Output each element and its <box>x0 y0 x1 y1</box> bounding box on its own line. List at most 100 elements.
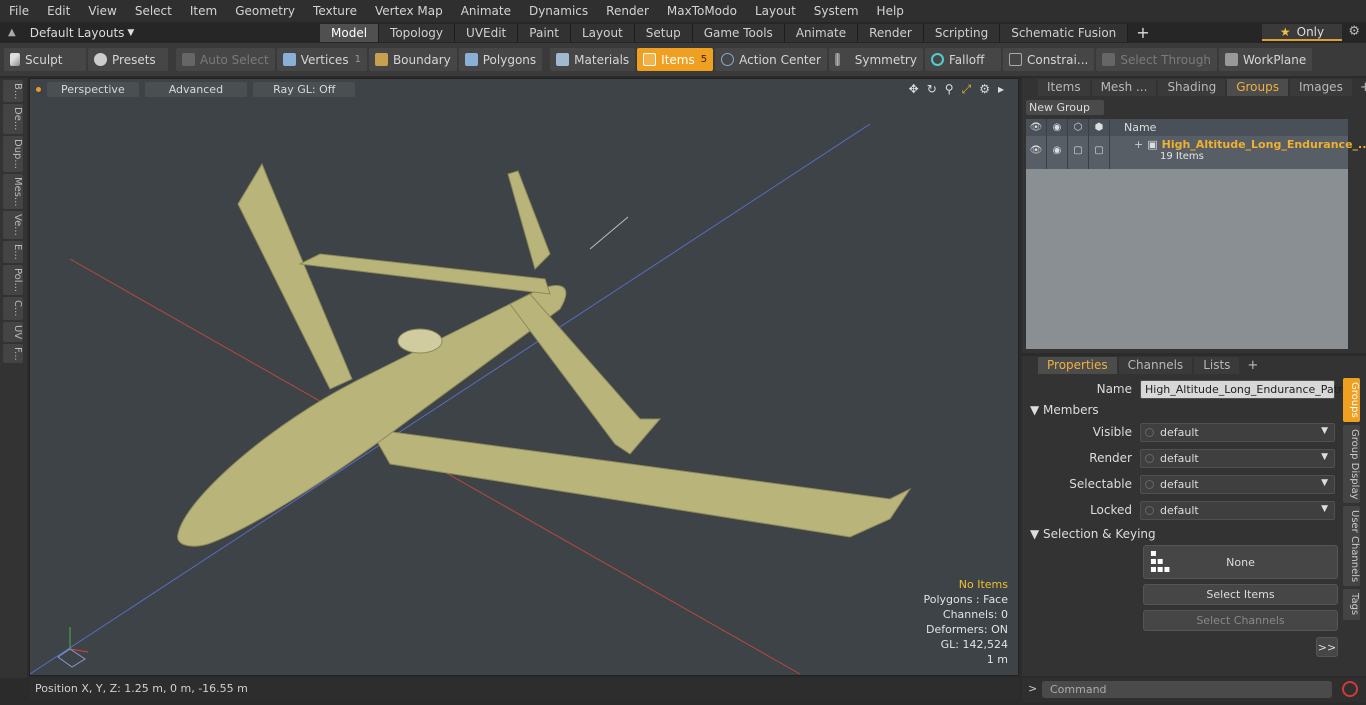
play-icon[interactable]: ▸ <box>998 82 1004 97</box>
selectable-dropdown[interactable]: default ▼ <box>1140 474 1335 494</box>
menu-item-select[interactable]: Select <box>126 4 181 18</box>
left-tab-6[interactable]: Pol... <box>3 264 23 295</box>
panel-tab-properties[interactable]: Properties <box>1038 357 1117 374</box>
visible-toggle-icon[interactable]: 👁 <box>1026 136 1047 169</box>
gear-icon[interactable]: ⚙ <box>979 82 990 97</box>
panel-tab-mesh-[interactable]: Mesh ... <box>1091 79 1157 96</box>
workplane-button[interactable]: WorkPlane <box>1218 48 1313 71</box>
add-panel-tab-button[interactable]: + <box>1360 80 1366 95</box>
name-field[interactable]: High_Altitude_Long_Endurance_Patro <box>1140 379 1349 399</box>
selection-keying-section[interactable]: ▼ Selection & Keying <box>1030 526 1340 542</box>
panel-tab-shading[interactable]: Shading <box>1158 79 1226 96</box>
select-items-button[interactable]: Select Items <box>1143 584 1338 605</box>
select-toggle-icon[interactable]: ▢ <box>1068 136 1089 169</box>
menu-item-dynamics[interactable]: Dynamics <box>520 4 597 18</box>
left-tab-9[interactable]: F... <box>3 343 23 364</box>
advanced-button[interactable]: Advanced <box>144 81 248 97</box>
polygons-button[interactable]: Polygons <box>458 48 543 71</box>
auto-select-button[interactable]: Auto Select <box>176 48 275 71</box>
gear-icon[interactable]: ⚙ <box>1348 24 1360 39</box>
boundary-button[interactable]: Boundary <box>368 48 457 71</box>
add-tab-button[interactable]: + <box>1136 23 1149 42</box>
viewport-menu-dot[interactable] <box>36 86 41 92</box>
left-tab-0[interactable]: B... <box>3 80 23 103</box>
menu-item-maxtomodo[interactable]: MaxToModo <box>658 4 746 18</box>
expand-icon[interactable]: + <box>1134 138 1143 151</box>
side-tab-group-display[interactable]: Group Display <box>1343 424 1360 504</box>
menu-item-geometry[interactable]: Geometry <box>226 4 304 18</box>
add-panel-tab-button[interactable]: + <box>1247 358 1258 373</box>
action-center-button[interactable]: Action Center <box>715 48 827 71</box>
presets-button[interactable]: Presets <box>88 48 168 71</box>
panel-tab-groups[interactable]: Groups <box>1227 79 1288 96</box>
menu-item-edit[interactable]: Edit <box>38 4 79 18</box>
menu-item-help[interactable]: Help <box>868 4 913 18</box>
menu-item-texture[interactable]: Texture <box>304 4 366 18</box>
side-tab-groups[interactable]: Groups <box>1343 378 1360 422</box>
materials-button[interactable]: Materials <box>550 48 636 71</box>
lock-toggle-icon[interactable]: ▢ <box>1089 136 1110 169</box>
left-tab-8[interactable]: UV <box>3 321 23 342</box>
falloff-button[interactable]: Falloff <box>924 48 1001 71</box>
panel-tab-items[interactable]: Items <box>1038 79 1090 96</box>
new-group-button[interactable]: New Group <box>1026 100 1104 115</box>
tab-layout[interactable]: Layout <box>570 23 635 42</box>
menu-item-item[interactable]: Item <box>181 4 226 18</box>
aircraft-model[interactable] <box>177 162 912 547</box>
left-tab-5[interactable]: E... <box>3 241 23 263</box>
visible-dropdown[interactable]: default ▼ <box>1140 422 1335 442</box>
move-icon[interactable]: ✥ <box>909 82 919 97</box>
menu-item-vertex-map[interactable]: Vertex Map <box>366 4 452 18</box>
vertices-button[interactable]: Vertices 1 <box>276 48 367 71</box>
maximize-icon[interactable]: ⤢ <box>962 82 972 97</box>
constraints-button[interactable]: Constrai... <box>1002 48 1095 71</box>
select-through-button[interactable]: Select Through <box>1096 48 1217 71</box>
tab-game-tools[interactable]: Game Tools <box>692 23 785 42</box>
menu-item-layout[interactable]: Layout <box>746 4 805 18</box>
tab-paint[interactable]: Paint <box>518 23 571 42</box>
perspective-button[interactable]: Perspective <box>47 81 139 97</box>
tab-model[interactable]: Model <box>320 23 380 42</box>
side-tab-tags[interactable]: Tags <box>1343 589 1360 620</box>
menu-item-render[interactable]: Render <box>597 4 658 18</box>
collapse-icon[interactable]: ▲ <box>8 27 16 38</box>
command-input[interactable]: Command <box>1042 681 1332 698</box>
render-toggle-icon[interactable]: ◉ <box>1047 136 1068 169</box>
menu-item-system[interactable]: System <box>805 4 868 18</box>
select-channels-button[interactable]: Select Channels <box>1143 610 1338 631</box>
render-dropdown[interactable]: default ▼ <box>1140 448 1335 468</box>
rotate-icon[interactable]: ↻ <box>927 82 937 97</box>
more-button[interactable]: >> <box>1316 637 1338 657</box>
panel-tab-lists[interactable]: Lists <box>1194 357 1240 374</box>
keying-none-button[interactable]: ▪ ▪▪ ▪▪▪ None <box>1143 545 1338 579</box>
panel-tab-channels[interactable]: Channels <box>1118 357 1193 374</box>
tab-animate[interactable]: Animate <box>784 23 859 42</box>
tab-topology[interactable]: Topology <box>379 23 456 42</box>
menu-item-view[interactable]: View <box>79 4 125 18</box>
menu-item-file[interactable]: File <box>0 4 38 18</box>
tab-uvedit[interactable]: UVEdit <box>455 23 519 42</box>
3d-viewport[interactable]: Perspective Advanced Ray GL: Off ✥ ↻ ⚲ ⤢… <box>29 78 1019 676</box>
left-tab-3[interactable]: Mes... <box>3 173 23 210</box>
left-tab-4[interactable]: Ve... <box>3 211 23 240</box>
locked-dropdown[interactable]: default ▼ <box>1140 500 1335 520</box>
raygl-button[interactable]: Ray GL: Off <box>253 81 356 97</box>
sculpt-button[interactable]: Sculpt <box>4 48 86 71</box>
tab-schematic-fusion[interactable]: Schematic Fusion <box>1000 23 1129 42</box>
record-icon[interactable] <box>1342 681 1358 697</box>
layouts-dropdown[interactable]: ▲ Default Layouts ▼ <box>0 26 320 40</box>
zoom-icon[interactable]: ⚲ <box>945 82 954 97</box>
tab-setup[interactable]: Setup <box>634 23 693 42</box>
left-tab-1[interactable]: De... <box>3 104 23 134</box>
side-tab-user-channels[interactable]: User Channels <box>1343 506 1360 587</box>
left-tab-7[interactable]: C... <box>3 296 23 320</box>
panel-tab-images[interactable]: Images <box>1289 79 1352 96</box>
items-button[interactable]: Items 5 <box>637 48 714 71</box>
menu-item-animate[interactable]: Animate <box>452 4 520 18</box>
tab-render[interactable]: Render <box>858 23 924 42</box>
members-section[interactable]: ▼ Members <box>1030 402 1340 418</box>
tab-scripting[interactable]: Scripting <box>923 23 1001 42</box>
only-toggle[interactable]: ★ Only <box>1262 24 1342 41</box>
symmetry-button[interactable]: Symmetry <box>828 48 923 71</box>
group-row[interactable]: 👁 ◉ ▢ ▢ + ▣ High_Altitude_Long_Endurance_.… <box>1026 136 1366 169</box>
